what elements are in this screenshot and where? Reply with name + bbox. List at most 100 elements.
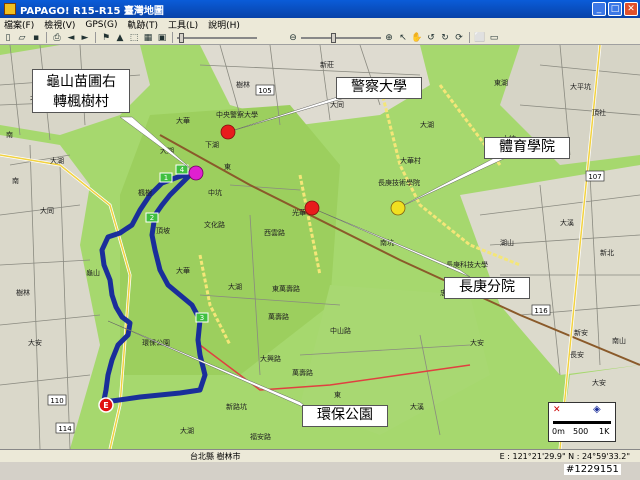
svg-text:萬壽路: 萬壽路 xyxy=(292,368,313,377)
car-icon[interactable]: ▲ xyxy=(114,32,126,44)
svg-text:大湖: 大湖 xyxy=(420,120,434,129)
status-area: 台北縣 樹林市 xyxy=(190,451,241,461)
zoom-slider-thumb[interactable] xyxy=(331,32,336,43)
poi-guishan-nursery[interactable] xyxy=(188,165,204,181)
forward-icon[interactable]: ► xyxy=(79,32,91,44)
svg-text:1: 1 xyxy=(164,174,168,182)
svg-text:新北: 新北 xyxy=(600,248,614,257)
svg-text:116: 116 xyxy=(534,307,548,315)
new-icon[interactable]: ▯ xyxy=(2,32,14,44)
refresh-icon[interactable]: ⟳ xyxy=(453,32,465,44)
svg-text:大興路: 大興路 xyxy=(260,354,281,363)
print-icon[interactable]: ⎙ xyxy=(51,32,63,44)
menu-bar: 檔案(F) 檢視(V) GPS(G) 軌跡(T) 工具(L) 說明(H) xyxy=(0,18,640,31)
callout-police-university: 警察大學 xyxy=(336,77,422,99)
svg-text:105: 105 xyxy=(258,87,271,95)
svg-text:光華: 光華 xyxy=(292,208,306,217)
road-shield-105: 105 xyxy=(255,84,275,96)
watermark: #1229151 xyxy=(564,464,621,475)
callout-guishan-line2: 轉楓樹村 xyxy=(53,94,109,110)
svg-text:114: 114 xyxy=(58,425,72,433)
zoom-slider[interactable] xyxy=(301,32,381,44)
svg-text:中央警察大學: 中央警察大學 xyxy=(216,110,258,119)
callout-eco-text: 環保公園 xyxy=(317,407,373,423)
svg-text:大安: 大安 xyxy=(592,378,606,387)
svg-text:110: 110 xyxy=(50,397,63,405)
svg-text:大同: 大同 xyxy=(40,206,54,215)
menu-file[interactable]: 檔案(F) xyxy=(4,18,34,31)
photo-icon[interactable]: ▣ xyxy=(156,32,168,44)
status-bar: 台北縣 樹林市 E : 121°21'29.9" N : 24°59'33.2" xyxy=(0,449,640,462)
svg-text:大溪: 大溪 xyxy=(560,218,574,227)
title-bar: PAPAGO! R15-R15 臺灣地圖 _ □ ✕ xyxy=(0,0,640,18)
save-icon[interactable]: ▪ xyxy=(30,32,42,44)
svg-text:南山: 南山 xyxy=(612,336,626,345)
app-icon xyxy=(4,3,16,15)
menu-tools[interactable]: 工具(L) xyxy=(168,18,198,31)
close-icon[interactable]: ✕ xyxy=(624,2,638,16)
gps-off-icon: ✕ xyxy=(553,405,561,415)
route-marker-2[interactable]: 2 xyxy=(145,212,159,223)
poi-changgung-branch[interactable] xyxy=(304,200,320,216)
layers-icon[interactable]: ▦ xyxy=(142,32,154,44)
back-icon[interactable]: ◄ xyxy=(65,32,77,44)
svg-text:福安路: 福安路 xyxy=(250,432,271,441)
svg-text:新莊: 新莊 xyxy=(320,60,334,69)
poi-sports-college[interactable] xyxy=(390,200,406,216)
route-marker-4[interactable]: 4 xyxy=(175,164,189,175)
svg-text:大安: 大安 xyxy=(28,338,42,347)
svg-text:湖山: 湖山 xyxy=(500,238,514,247)
measure-icon[interactable]: ⬜ xyxy=(474,32,486,44)
svg-text:中山路: 中山路 xyxy=(330,326,351,335)
svg-text:樹林: 樹林 xyxy=(236,80,250,89)
svg-text:頂社: 頂社 xyxy=(592,108,606,117)
svg-text:新安: 新安 xyxy=(574,328,588,337)
callout-changgung-text: 長庚分院 xyxy=(459,279,515,295)
road-shield-114: 114 xyxy=(55,422,75,434)
map-view[interactable]: 1 2 3 4 E 105 107 110 116 114 南 大湖 中央警察大… xyxy=(0,45,640,449)
rotate-left-icon[interactable]: ↺ xyxy=(425,32,437,44)
svg-text:大湖: 大湖 xyxy=(180,426,194,435)
playback-slider[interactable] xyxy=(177,32,257,44)
maximize-icon[interactable]: □ xyxy=(608,2,622,16)
menu-track[interactable]: 軌跡(T) xyxy=(128,18,159,31)
callout-police-text: 警察大學 xyxy=(351,79,407,95)
minimize-icon[interactable]: _ xyxy=(592,2,606,16)
svg-text:107: 107 xyxy=(588,173,601,181)
route-icon[interactable]: ⚑ xyxy=(100,32,112,44)
svg-text:西雲路: 西雲路 xyxy=(264,228,285,237)
svg-text:東: 東 xyxy=(224,162,231,171)
poi-police-university[interactable] xyxy=(220,124,236,140)
toolbar-divider xyxy=(95,32,96,43)
svg-text:東萬壽路: 東萬壽路 xyxy=(272,284,300,293)
playback-slider-thumb[interactable] xyxy=(179,32,184,43)
window-title: PAPAGO! R15-R15 臺灣地圖 xyxy=(20,5,164,17)
callout-guishan-nursery: 龜山苗圃右 轉楓樹村 xyxy=(32,69,130,113)
road-shield-116: 116 xyxy=(531,304,551,316)
road-shield-107: 107 xyxy=(585,170,605,182)
scale-zero: 0m xyxy=(552,427,565,436)
fit-window-icon[interactable]: ▭ xyxy=(488,32,500,44)
menu-gps[interactable]: GPS(G) xyxy=(85,20,117,30)
svg-text:大安: 大安 xyxy=(470,338,484,347)
svg-text:下湖: 下湖 xyxy=(205,140,219,149)
zoom-in-icon[interactable]: ⊕ xyxy=(383,32,395,44)
rotate-right-icon[interactable]: ↻ xyxy=(439,32,451,44)
route-marker-3[interactable]: 3 xyxy=(195,312,209,323)
pointer-icon[interactable]: ↖ xyxy=(397,32,409,44)
select-icon[interactable]: ⬚ xyxy=(128,32,140,44)
menu-help[interactable]: 說明(H) xyxy=(208,18,240,31)
svg-text:中坑: 中坑 xyxy=(208,188,222,197)
callout-guishan-line1: 龜山苗圃右 xyxy=(46,74,116,90)
zoom-out-icon[interactable]: ⊖ xyxy=(287,32,299,44)
svg-text:楓樹: 楓樹 xyxy=(138,188,152,197)
svg-text:長庚技術學院: 長庚技術學院 xyxy=(378,178,420,187)
pan-hand-icon[interactable]: ✋ xyxy=(411,32,423,44)
open-icon[interactable]: ▱ xyxy=(16,32,28,44)
menu-view[interactable]: 檢視(V) xyxy=(44,18,75,31)
svg-text:大平坑: 大平坑 xyxy=(570,82,591,91)
route-marker-1[interactable]: 1 xyxy=(159,172,173,183)
route-start-marker[interactable]: E xyxy=(98,397,114,413)
svg-text:頂坡: 頂坡 xyxy=(156,226,170,235)
toolbar-divider xyxy=(46,32,47,43)
